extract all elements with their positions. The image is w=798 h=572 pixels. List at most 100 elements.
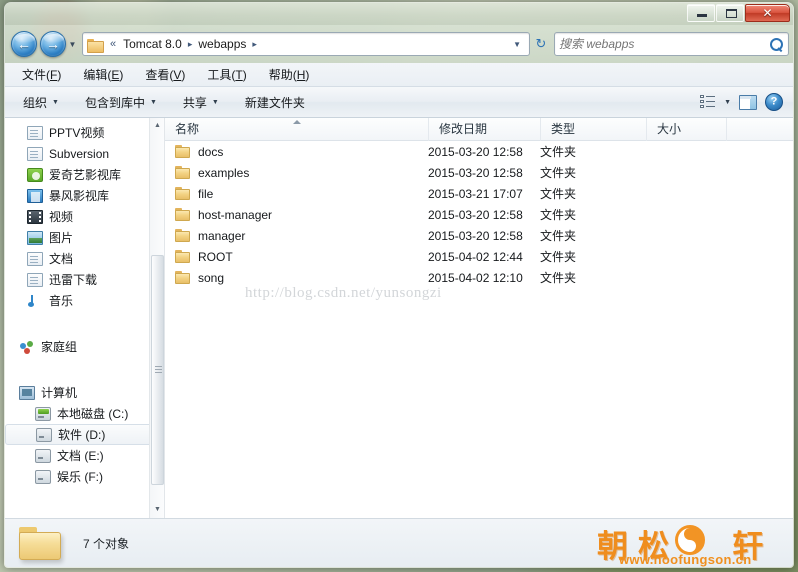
refresh-button[interactable]: ↻ [530, 36, 552, 52]
sidebar-item-6[interactable]: 文档 [5, 248, 164, 269]
column-header-spacer[interactable] [726, 117, 793, 141]
chevron-down-icon: ▼ [211, 98, 219, 106]
column-header-size[interactable]: 大小 [646, 117, 726, 141]
menu-item-0[interactable]: 文件(F) [19, 64, 64, 85]
pic-icon [27, 230, 43, 245]
address-dropdown-icon[interactable]: ▼ [509, 40, 525, 49]
preview-pane-icon[interactable] [739, 94, 757, 110]
table-row[interactable]: manager 2015-03-20 12:58 文件夹 [165, 225, 793, 246]
doc-icon [27, 146, 43, 161]
status-bar: 7 个对象 朝松 轩 www.hoofungson.cn [5, 518, 793, 567]
maximize-button[interactable] [716, 4, 744, 22]
back-button[interactable]: ← [11, 31, 37, 57]
file-name-label: song [198, 270, 225, 285]
sidebar-item-label: 视频 [49, 210, 74, 224]
breadcrumb-separator-2[interactable]: ▸ [250, 39, 259, 50]
sidebar-item-2[interactable]: 爱奇艺影视库 [5, 164, 164, 185]
toolbar-item-0[interactable]: 组织 ▼ [19, 91, 63, 114]
breadcrumb-item-webapps[interactable]: webapps [194, 36, 250, 52]
sidebar-item-12[interactable]: 软件 (D:) [5, 424, 152, 445]
table-row[interactable]: ROOT 2015-04-02 12:44 文件夹 [165, 246, 793, 267]
toolbar-items: 组织 ▼ 包含到库中 ▼ 共享 ▼ 新建文件夹 [19, 91, 327, 114]
sidebar-item-14[interactable]: 娱乐 (F:) [5, 466, 164, 487]
toolbar-item-3[interactable]: 新建文件夹 [241, 91, 309, 114]
view-options-caret[interactable]: ▼ [724, 99, 731, 106]
sidebar-item-5[interactable]: 图片 [5, 227, 164, 248]
history-dropdown-button[interactable]: ▼ [66, 40, 79, 49]
scroll-down-button[interactable]: ▼ [150, 502, 164, 518]
sidebar-item-label: 文档 [49, 252, 74, 266]
scrollbar-thumb[interactable] [151, 255, 164, 485]
sidebar-item-label: 文档 (E:) [57, 449, 104, 463]
sort-ascending-icon [293, 120, 301, 124]
hdd-icon [35, 406, 51, 421]
sidebar-item-label: 图片 [49, 231, 74, 245]
sidebar-item-8[interactable]: 音乐 [5, 290, 164, 311]
minimize-button[interactable] [687, 4, 715, 22]
cell-type: 文件夹 [540, 250, 577, 264]
menu-item-1[interactable]: 编辑(E) [80, 64, 126, 85]
cell-name: docs [165, 145, 428, 159]
column-header-type[interactable]: 类型 [540, 117, 646, 141]
sidebar-item-9[interactable]: 家庭组 [5, 336, 164, 357]
column-headers: 名称 修改日期 类型 大小 [165, 117, 793, 141]
sidebar-item-1[interactable]: Subversion [5, 143, 164, 164]
logo-characters: 朝松 轩 [597, 529, 774, 564]
close-icon: ✕ [762, 6, 773, 20]
sidebar-item-0[interactable]: PPTV视频 [5, 122, 164, 143]
close-button[interactable]: ✕ [745, 4, 790, 22]
scroll-up-button[interactable]: ▲ [150, 118, 164, 134]
table-row[interactable]: song 2015-04-02 12:10 文件夹 [165, 267, 793, 288]
view-options-icon[interactable] [700, 95, 716, 109]
sidebar-scrollbar[interactable]: ▲ ▼ [149, 118, 164, 518]
cell-name: examples [165, 166, 428, 180]
navigation-bar: ← → ▼ « Tomcat 8.0 ▸ webapps ▸ ▼ ↻ [5, 25, 793, 63]
search-input[interactable] [559, 37, 769, 51]
folder-icon [175, 145, 191, 158]
sidebar-item-3[interactable]: 暴风影视库 [5, 185, 164, 206]
menu-item-2[interactable]: 查看(V) [142, 64, 188, 85]
sidebar-item-11[interactable]: 本地磁盘 (C:) [5, 403, 164, 424]
pc-icon [19, 385, 35, 400]
sidebar-item-13[interactable]: 文档 (E:) [5, 445, 164, 466]
cell-date: 2015-03-20 12:58 [428, 144, 523, 159]
breadcrumb-separator-1[interactable]: ▸ [186, 39, 195, 50]
table-row[interactable]: examples 2015-03-20 12:58 文件夹 [165, 162, 793, 183]
table-row[interactable]: host-manager 2015-03-20 12:58 文件夹 [165, 204, 793, 225]
drive-icon [35, 448, 51, 463]
folder-icon [175, 187, 191, 200]
toolbar-item-2[interactable]: 共享 ▼ [179, 91, 223, 114]
file-name-label: docs [198, 144, 224, 159]
address-bar[interactable]: « Tomcat 8.0 ▸ webapps ▸ ▼ [82, 32, 530, 56]
file-rows: docs 2015-03-20 12:58 文件夹 examples 2015-03-2… [165, 141, 793, 288]
forward-button[interactable]: → [40, 31, 66, 57]
sidebar-item-4[interactable]: 视频 [5, 206, 164, 227]
folder-icon [175, 208, 191, 221]
file-name-label: host-manager [198, 207, 273, 222]
sidebar-list: PPTV视频 Subversion 爱奇艺影视库暴风影视库视频图片文档迅雷下载 音乐家… [5, 118, 164, 487]
help-glyph: ? [770, 95, 778, 108]
toolbar-item-1[interactable]: 包含到库中 ▼ [81, 91, 161, 114]
cell-type: 文件夹 [540, 208, 577, 222]
cell-type: 文件夹 [540, 271, 577, 285]
help-icon[interactable]: ? [765, 93, 783, 111]
sidebar-item-label: 计算机 [41, 386, 78, 400]
column-header-date[interactable]: 修改日期 [428, 117, 540, 141]
breadcrumb-item-tomcat[interactable]: Tomcat 8.0 [119, 36, 186, 52]
search-box[interactable] [554, 32, 789, 56]
drive-icon [36, 427, 52, 442]
table-row[interactable]: docs 2015-03-20 12:58 文件夹 [165, 141, 793, 162]
table-row[interactable]: file 2015-03-21 17:07 文件夹 [165, 183, 793, 204]
cell-date: 2015-04-02 12:10 [428, 270, 523, 285]
menu-item-4[interactable]: 帮助(H) [266, 64, 313, 85]
breadcrumb-overflow[interactable]: « [107, 38, 119, 50]
menu-item-3[interactable]: 工具(T) [204, 64, 249, 85]
file-list-pane: 名称 修改日期 类型 大小 docs 2015-03-20 12:58 文件夹 exa… [165, 117, 793, 518]
sidebar-item-label: 爱奇艺影视库 [49, 168, 122, 182]
sidebar-item-10[interactable]: 计算机 [5, 382, 164, 403]
sidebar-item-7[interactable]: 迅雷下载 [5, 269, 164, 290]
cell-date: 2015-03-21 17:07 [428, 186, 523, 201]
drive-icon [35, 469, 51, 484]
cell-name: song [165, 271, 428, 285]
